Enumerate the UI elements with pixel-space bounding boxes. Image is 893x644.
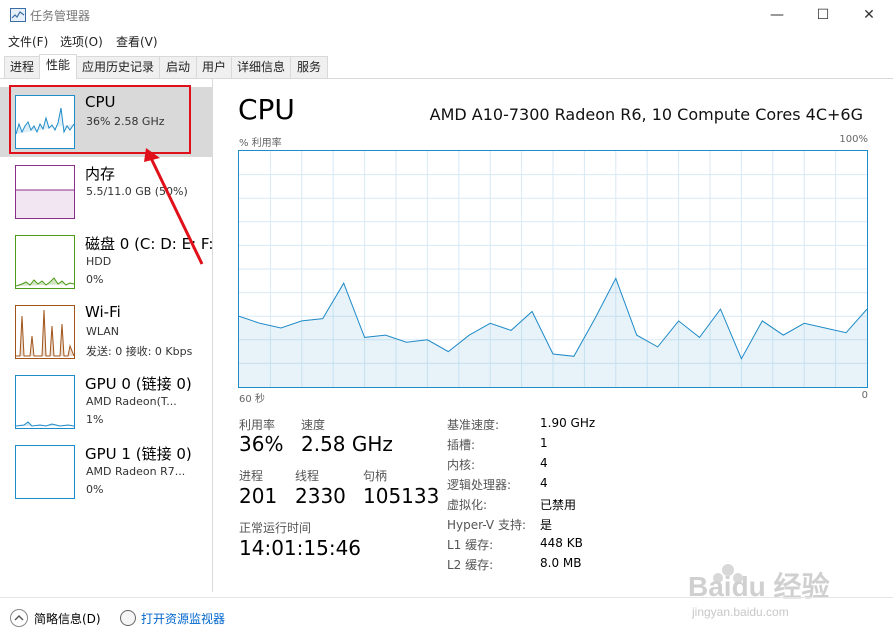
disk-thumbnail — [15, 235, 75, 289]
menu-bar: 文件(F) 选项(O) 查看(V) — [0, 30, 893, 52]
uptime-value: 14:01:15:46 — [239, 536, 362, 560]
graph-y-label: % 利用率 — [239, 138, 282, 149]
menu-view[interactable]: 查看(V) — [116, 33, 158, 50]
sockets-label: 插槽: — [447, 438, 476, 452]
speed-value: 2.58 GHz — [301, 432, 393, 456]
l2-cache-value: 8.0 MB — [540, 556, 582, 570]
task-manager-icon — [10, 8, 26, 22]
pane-divider[interactable] — [212, 79, 213, 592]
maximize-button[interactable]: ☐ — [800, 0, 846, 30]
window-title: 任务管理器 — [30, 9, 91, 23]
resource-value: 1% — [86, 413, 104, 426]
resource-detail: AMD Radeon R7... — [86, 465, 186, 478]
cpu-graph-svg — [238, 151, 868, 387]
processes-label: 进程 — [239, 469, 264, 483]
resource-detail: HDD — [86, 255, 112, 268]
tab-services[interactable]: 服务 — [290, 56, 328, 78]
l1-cache-label: L1 缓存: — [447, 538, 494, 552]
menu-options[interactable]: 选项(O) — [60, 33, 103, 50]
resource-name: Wi-Fi — [85, 303, 121, 321]
tab-startup[interactable]: 启动 — [159, 56, 197, 78]
resource-item-wifi[interactable]: Wi-Fi WLAN 发送: 0 接收: 0 Kbps — [0, 297, 212, 367]
resource-name: GPU 0 (链接 0) — [85, 375, 192, 393]
cpu-model-name: AMD A10-7300 Radeon R6, 10 Compute Cores… — [429, 105, 863, 124]
tab-app-history[interactable]: 应用历史记录 — [76, 56, 160, 78]
speed-label: 速度 — [301, 418, 326, 432]
uptime-label: 正常运行时间 — [239, 521, 312, 535]
page-title: CPU — [238, 93, 295, 126]
resource-name: 内存 — [85, 165, 116, 183]
processes-value: 201 — [239, 484, 278, 508]
logical-processors-label: 逻辑处理器: — [447, 478, 512, 492]
tab-bar: 进程 性能 应用历史记录 启动 用户 详细信息 服务 — [0, 54, 893, 79]
l2-cache-label: L2 缓存: — [447, 558, 494, 572]
resource-value: 发送: 0 接收: 0 Kbps — [86, 345, 193, 358]
chevron-up-icon[interactable] — [10, 609, 28, 627]
l1-cache-value: 448 KB — [540, 536, 583, 550]
resource-monitor-icon — [120, 610, 136, 626]
hyperv-value: 是 — [540, 518, 553, 532]
threads-value: 2330 — [295, 484, 346, 508]
wifi-thumbnail — [15, 305, 75, 359]
memory-thumbnail — [15, 165, 75, 219]
utilization-label: 利用率 — [239, 418, 276, 432]
tab-processes[interactable]: 进程 — [4, 56, 40, 78]
menu-file[interactable]: 文件(F) — [8, 33, 48, 50]
virtualization-label: 虚拟化: — [447, 498, 488, 512]
base-speed-value: 1.90 GHz — [540, 416, 596, 430]
tab-performance[interactable]: 性能 — [39, 54, 77, 79]
cpu-utilization-graph — [238, 150, 868, 388]
cores-label: 内核: — [447, 458, 476, 472]
resource-item-gpu1[interactable]: GPU 1 (链接 0) AMD Radeon R7... 0% — [0, 437, 212, 507]
utilization-value: 36% — [239, 432, 284, 456]
annotation-arrow — [144, 148, 204, 265]
base-speed-label: 基准速度: — [447, 418, 500, 432]
minimize-button[interactable]: — — [754, 0, 800, 30]
resource-name: GPU 1 (链接 0) — [85, 445, 192, 463]
logical-processors-value: 4 — [540, 476, 548, 490]
gpu1-thumbnail — [15, 445, 75, 499]
hyperv-label: Hyper-V 支持: — [447, 518, 526, 532]
handles-value: 105133 — [363, 484, 440, 508]
resource-detail: AMD Radeon(T... — [86, 395, 177, 408]
sockets-value: 1 — [540, 436, 548, 450]
graph-y-max-label: 100% — [839, 134, 868, 145]
close-button[interactable]: ✕ — [846, 0, 892, 30]
gpu0-thumbnail — [15, 375, 75, 429]
resource-value: 0% — [86, 273, 104, 286]
resource-item-gpu0[interactable]: GPU 0 (链接 0) AMD Radeon(T... 1% — [0, 367, 212, 437]
resource-detail: WLAN — [86, 325, 120, 338]
virtualization-value: 已禁用 — [540, 498, 577, 512]
graph-x-left-label: 60 秒 — [239, 394, 265, 405]
graph-x-right-label: 0 — [861, 390, 868, 401]
annotation-highlight-box — [9, 85, 191, 154]
cores-value: 4 — [540, 456, 548, 470]
fewer-details-button[interactable]: 简略信息(D) — [34, 610, 101, 627]
tab-users[interactable]: 用户 — [196, 56, 232, 78]
open-resource-monitor-link[interactable]: 打开资源监视器 — [141, 610, 225, 627]
title-bar: 任务管理器 — ☐ ✕ — [0, 0, 893, 30]
threads-label: 线程 — [295, 469, 320, 483]
handles-label: 句柄 — [363, 469, 388, 483]
resource-value: 0% — [86, 483, 104, 496]
tab-details[interactable]: 详细信息 — [231, 56, 291, 78]
